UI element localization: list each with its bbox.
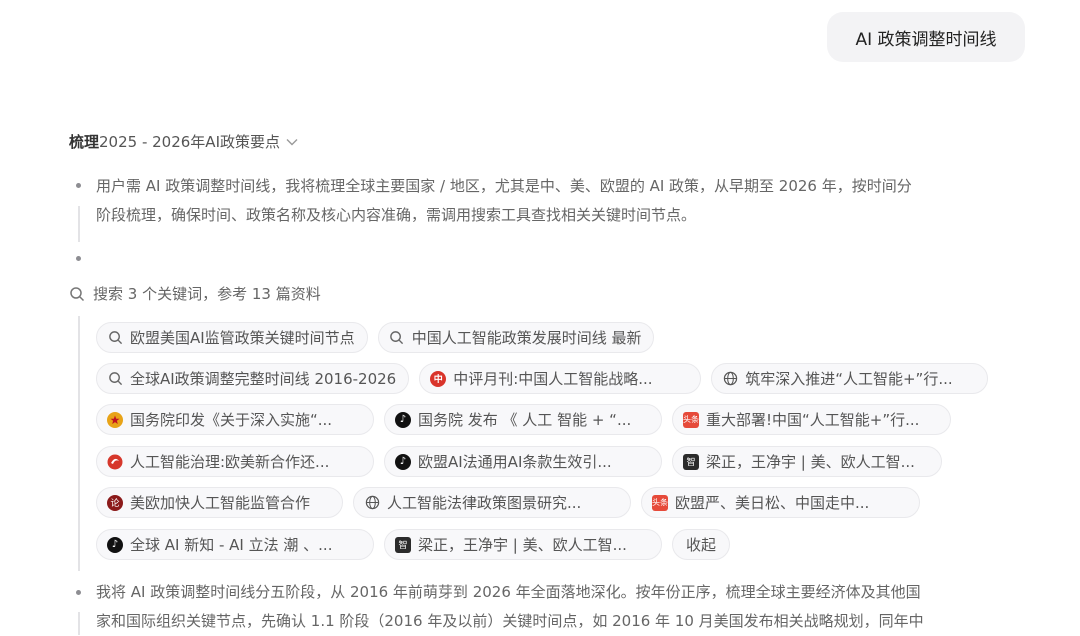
search-summary-text: 搜索 3 个关键词，参考 13 篇资料 xyxy=(93,285,321,303)
maroon-seal-icon: 论 xyxy=(107,494,123,511)
user-message-bubble: AI 政策调整时间线 xyxy=(827,12,1025,62)
source-chip[interactable]: ♪ 欧盟AI法通用AI条款生效引... xyxy=(384,446,662,477)
search-query-chip[interactable]: 欧盟美国AI监管政策关键时间节点 xyxy=(96,322,368,353)
search-query-chip[interactable]: 中国人工智能政策发展时间线 最新 xyxy=(377,322,655,353)
search-icon xyxy=(70,286,85,301)
source-chip[interactable]: 人工智能法律政策图景研究... xyxy=(353,487,631,518)
source-chip[interactable]: 中 中评月刊:中国人工智能战略... xyxy=(419,363,702,394)
news-badge-icon: 头条 xyxy=(652,494,668,511)
globe-icon xyxy=(722,371,738,387)
search-icon xyxy=(389,330,405,346)
source-chip-row: 国务院印发《关于深入实施“... ♪ 国务院 发布 《 人工 智能 + “...… xyxy=(96,404,951,435)
search-summary: 搜索 3 个关键词，参考 13 篇资料 xyxy=(69,283,321,304)
source-chip-row: 全球AI政策调整完整时间线 2016-2026 中 中评月刊:中国人工智能战略.… xyxy=(96,363,989,394)
chip-label: 中评月刊:中国人工智能战略... xyxy=(453,370,653,388)
chip-label: 欧盟严、美日松、中国走中... xyxy=(675,494,870,512)
source-chip[interactable]: 国务院印发《关于深入实施“... xyxy=(96,404,374,435)
tiktok-icon: ♪ xyxy=(107,536,123,553)
source-chip[interactable]: ♪ 全球 AI 新知 - AI 立法 潮 、... xyxy=(96,529,374,560)
thinking-step-line: 用户需 AI 政策调整时间线，我将梳理全球主要国家 / 地区，尤其是中、美、欧盟… xyxy=(96,177,912,195)
chip-label: 国务院印发《关于深入实施“... xyxy=(130,411,333,429)
thinking-step-line: 阶段梳理，确保时间、政策名称及核心内容准确，需调用搜索工具查找相关关键时间节点。 xyxy=(96,206,697,224)
dark-square-icon: 智 xyxy=(395,536,411,553)
step-bullet xyxy=(76,183,81,188)
user-message-text: AI 政策调整时间线 xyxy=(855,29,997,50)
step-bullet xyxy=(76,590,81,595)
search-icon xyxy=(107,371,123,387)
chip-label: 梁正，王净宇 | 美、欧人工智... xyxy=(418,536,627,554)
thinking-step-line: 家和国际组织关键节点，先确认 1.1 阶段（2016 年及以前）关键时间点，如 … xyxy=(96,612,924,630)
collapse-button[interactable]: 收起 xyxy=(672,529,731,560)
step-bullet xyxy=(76,256,81,261)
source-chip[interactable]: 头条 欧盟严、美日松、中国走中... xyxy=(641,487,920,518)
step-connector xyxy=(78,206,80,242)
thinking-toggle[interactable]: 梳理2025 - 2026年AI政策要点 xyxy=(69,131,298,152)
chip-label: 美欧加快人工智能监管合作 xyxy=(130,494,311,512)
source-chip[interactable]: 人工智能治理:欧美新合作还... xyxy=(96,446,374,477)
search-connector xyxy=(78,316,80,571)
tiktok-icon: ♪ xyxy=(395,453,411,470)
source-chip[interactable]: 智 梁正，王净宇 | 美、欧人工智... xyxy=(672,446,942,477)
thinking-step-text: 用户需 AI 政策调整时间线，我将梳理全球主要国家 / 地区，尤其是中、美、欧盟… xyxy=(96,172,1026,230)
source-chip-row: 人工智能治理:欧美新合作还... ♪ 欧盟AI法通用AI条款生效引... 智 梁… xyxy=(96,446,942,477)
search-query-chip[interactable]: 全球AI政策调整完整时间线 2016-2026 xyxy=(96,363,410,394)
chip-label: 中国人工智能政策发展时间线 最新 xyxy=(411,329,642,347)
source-chip[interactable]: 论 美欧加快人工智能监管合作 xyxy=(96,487,343,518)
collapse-label: 收起 xyxy=(686,536,717,554)
source-chip[interactable]: 筑牢深入推进“人工智能+”行... xyxy=(711,363,989,394)
thinking-title-rest: 2025 - 2026年AI政策要点 xyxy=(99,133,280,151)
gov-emblem-icon xyxy=(107,411,123,428)
source-chip-row: 论 美欧加快人工智能监管合作 人工智能法律政策图景研究... 头条 欧盟严、美日… xyxy=(96,487,920,518)
thinking-title: 梳理2025 - 2026年AI政策要点 xyxy=(69,131,280,152)
source-chip-row: 欧盟美国AI监管政策关键时间节点 中国人工智能政策发展时间线 最新 xyxy=(96,322,655,353)
chip-label: 人工智能治理:欧美新合作还... xyxy=(130,453,330,471)
red-seal-icon: 中 xyxy=(430,370,447,387)
source-chip-row: ♪ 全球 AI 新知 - AI 立法 潮 、... 智 梁正，王净宇 | 美、欧… xyxy=(96,529,731,560)
chip-label: 欧盟美国AI监管政策关键时间节点 xyxy=(130,329,355,347)
chip-label: 欧盟AI法通用AI条款生效引... xyxy=(418,453,612,471)
thinking-step-text: 我将 AI 政策调整时间线分五阶段，从 2016 年前萌芽到 2026 年全面落… xyxy=(96,578,1026,636)
chip-label: 筑牢深入推进“人工智能+”行... xyxy=(745,370,953,388)
search-icon xyxy=(107,330,123,346)
chip-label: 全球AI政策调整完整时间线 2016-2026 xyxy=(130,370,397,388)
globe-icon xyxy=(364,495,380,511)
news-badge-icon: 头条 xyxy=(683,411,699,428)
chip-label: 梁正，王净宇 | 美、欧人工智... xyxy=(706,453,915,471)
red-swirl-icon xyxy=(107,454,123,470)
tiktok-icon: ♪ xyxy=(395,411,411,428)
dark-square-icon: 智 xyxy=(683,453,699,470)
chip-label: 全球 AI 新知 - AI 立法 潮 、... xyxy=(130,536,333,554)
chevron-down-icon xyxy=(286,138,298,146)
chip-label: 重大部署!中国“人工智能+”行... xyxy=(706,411,920,429)
chip-label: 国务院 发布 《 人工 智能 + “... xyxy=(418,411,632,429)
chip-label: 人工智能法律政策图景研究... xyxy=(387,494,582,512)
step-connector xyxy=(78,612,80,635)
thinking-title-bold: 梳理 xyxy=(69,133,100,151)
source-chip[interactable]: 头条 重大部署!中国“人工智能+”行... xyxy=(672,404,951,435)
thinking-step-line: 我将 AI 政策调整时间线分五阶段，从 2016 年前萌芽到 2026 年全面落… xyxy=(96,583,921,601)
source-chip[interactable]: ♪ 国务院 发布 《 人工 智能 + “... xyxy=(384,404,662,435)
source-chip[interactable]: 智 梁正，王净宇 | 美、欧人工智... xyxy=(384,529,662,560)
